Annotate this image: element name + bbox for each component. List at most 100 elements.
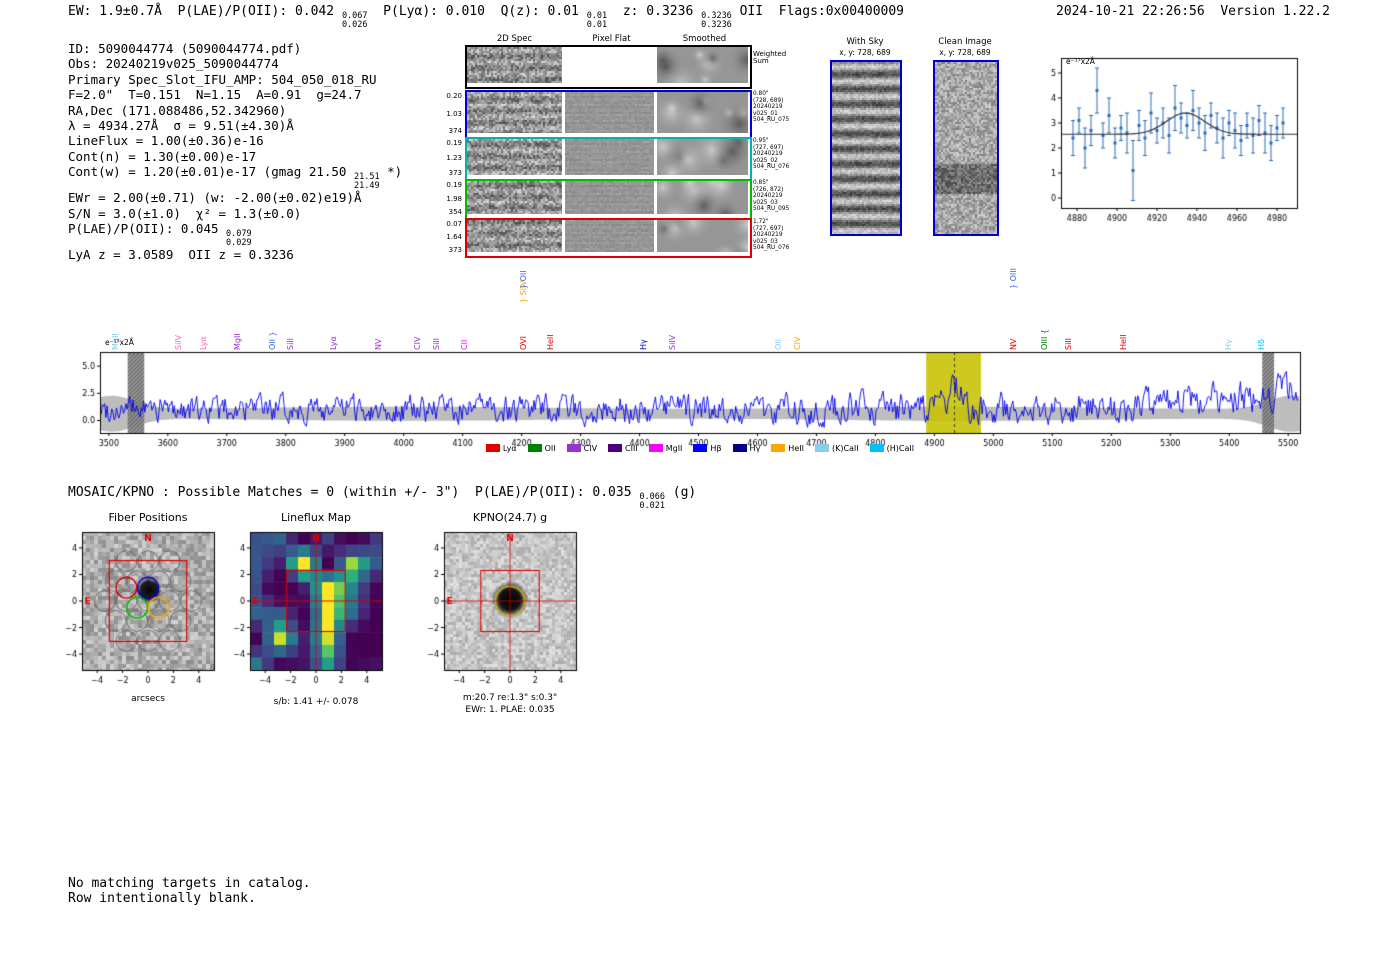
- footer-note-2: Row intentionally blank.: [68, 891, 256, 906]
- spec2d-cell-canvas: [467, 139, 562, 175]
- spec2d-cell-canvas: [565, 220, 654, 252]
- summary-header-line: EW: 1.9±0.7Å P(LAE)/P(OII): 0.042 0.067 0…: [68, 4, 904, 29]
- spec2d-cell-canvas: [657, 47, 748, 83]
- text-segment: MOSAIC/KPNO : Possible Matches = 0 (with…: [68, 485, 640, 500]
- text-segment: LineFlux = 1.00(±0.36)e-16: [68, 133, 264, 149]
- spec2d-row: [465, 218, 752, 258]
- legend-item: Hγ: [732, 444, 761, 453]
- legend-item: CIII: [608, 444, 638, 453]
- emission-line-label: } OIII: [1008, 267, 1018, 289]
- spec2d-col-title-2: Pixel Flat: [592, 34, 631, 44]
- with-sky-title: With Sky: [846, 37, 884, 47]
- info-line: RA,Dec (171.088486,52.342960): [68, 103, 402, 118]
- kpno-title: KPNO(24.7) g: [472, 511, 548, 524]
- error-range-stack: 0.3236 0.3236: [701, 11, 732, 30]
- spec2d-cell-canvas: [467, 47, 562, 83]
- spec2d-row-right-labels: 1.72" (727, 697) 20240219 v025_03 504_RU…: [753, 219, 790, 252]
- error-range-stack: 0.066 0.021: [639, 492, 665, 511]
- legend-label: CIV: [583, 444, 598, 453]
- lineflux-map-plot: [218, 528, 393, 698]
- elixer-detection-report: EW: 1.9±0.7Å P(LAE)/P(OII): 0.042 0.067 0…: [0, 0, 1400, 953]
- text-segment: Cont(n) = 1.30(±0.00)e-17: [68, 148, 257, 164]
- text-segment: S/N = 3.0(±1.0) χ² = 1.3(±0.0): [68, 205, 302, 221]
- text-segment: λ = 4934.27Å σ = 9.51(±4.30)Å: [68, 118, 294, 134]
- spec2d-row: [465, 179, 752, 220]
- legend-swatch: [648, 444, 663, 452]
- spec2d-col-title-1: 2D Spec: [496, 34, 533, 44]
- spec2d-row-left-labels: 0.20 1.03 374: [446, 92, 462, 135]
- text-segment: z: 0.3236: [607, 4, 702, 19]
- spec2d-row-left-labels: 0.19 1.98 354: [446, 181, 462, 216]
- text-segment: LyA z = 3.0589 OII z = 0.3236: [68, 247, 294, 263]
- lineflux-map-title: Lineflux Map: [280, 511, 352, 524]
- legend-label: Hγ: [749, 444, 761, 453]
- legend-item: Lyα: [485, 444, 517, 453]
- legend-label: (H)CaII: [886, 444, 915, 453]
- spec2d-cell-canvas: [657, 220, 748, 252]
- clean-image-title: Clean Image: [938, 37, 992, 47]
- spec2d-row-right-labels: 0.85" (726, 872) 20240219 v025_03 504_RU…: [753, 180, 790, 213]
- fiber-positions-title: Fiber Positions: [108, 511, 188, 524]
- info-line: Primary Spec_Slot_IFU_AMP: 504_050_018_R…: [68, 72, 402, 87]
- info-line: F=2.0" T=0.151 N=1.15 A=0.91 g=24.7: [68, 87, 402, 102]
- text-segment: *): [379, 164, 403, 180]
- text-segment: F=2.0" T=0.151 N=1.15 A=0.91 g=24.7: [68, 87, 362, 103]
- clean-image-xy: x, y: 728, 689: [939, 48, 991, 57]
- text-segment: Primary Spec_Slot_IFU_AMP: 504_050_018_R…: [68, 71, 377, 87]
- emission-line-label: } SiIV: [519, 280, 529, 303]
- info-line: λ = 4934.27Å σ = 9.51(±4.30)Å: [68, 118, 402, 133]
- legend-swatch: [814, 444, 829, 452]
- mosaic-match-line: MOSAIC/KPNO : Possible Matches = 0 (with…: [68, 485, 696, 510]
- text-segment: Cont(w) = 1.20(±0.01)e-17 (gmag 21.50: [68, 164, 354, 180]
- info-line: Obs: 20240219v025_5090044774: [68, 56, 402, 71]
- legend-swatch: [771, 444, 786, 452]
- spec2d-row: [465, 90, 752, 139]
- info-line: Cont(w) = 1.20(±0.01)e-17 (gmag 21.50 21…: [68, 164, 402, 190]
- detection-info-block: ID: 5090044774 (5090044774.pdf) Obs: 2024…: [68, 41, 402, 262]
- info-line: ID: 5090044774 (5090044774.pdf): [68, 41, 402, 56]
- spec2d-row-right-labels: 0.80" (728, 689) 20240219 v025_01 504_RU…: [753, 91, 790, 124]
- footer-note-1: No matching targets in catalog.: [68, 876, 311, 891]
- info-line: LyA z = 3.0589 OII z = 0.3236: [68, 247, 402, 262]
- legend-label: CIII: [625, 444, 638, 453]
- spec2d-cell-canvas: [565, 92, 654, 133]
- error-range-stack: 0.01 0.01: [586, 11, 608, 30]
- emission-line-label: } OII: [519, 270, 529, 289]
- info-line: LineFlux = 1.00(±0.36)e-16: [68, 133, 402, 148]
- info-line: S/N = 3.0(±1.0) χ² = 1.3(±0.0): [68, 206, 402, 221]
- spec2d-cell-canvas: [467, 181, 562, 214]
- spec2d-row-left-labels: 0.07 1.64 373: [446, 220, 462, 254]
- fiber-positions-plot: [50, 528, 225, 698]
- spec2d-row: [465, 137, 752, 181]
- with-sky-cutout-image: [830, 60, 902, 236]
- info-line: P(LAE)/P(OII): 0.045 0.079 0.029: [68, 221, 402, 247]
- spec2d-cell-canvas: [565, 47, 654, 83]
- text-segment: ID: 5090044774 (5090044774.pdf): [68, 41, 302, 56]
- legend-swatch: [608, 444, 623, 452]
- legend-label: OII: [544, 444, 556, 453]
- clean-cutout-image: [933, 60, 999, 236]
- spectrum-legend: Lyα OII CIV CIII MgII Hβ Hγ HeII (K)CaII (H)CaII: [100, 444, 1300, 453]
- legend-label: MgII: [665, 444, 683, 453]
- error-range-stack: 21.51 21.49: [353, 172, 380, 191]
- kpno-cutout-plot: [412, 528, 587, 698]
- legend-item: (K)CaII: [814, 444, 859, 453]
- spec2d-cell-canvas: [657, 92, 748, 133]
- text-segment: Obs: 20240219v025_5090044774: [68, 56, 279, 72]
- legend-label: Lyα: [502, 444, 517, 453]
- kpno-caption-1: m:20.7 re:1.3" s:0.3": [462, 693, 558, 703]
- text-segment: (g): [664, 485, 697, 500]
- legend-label: Hβ: [710, 444, 722, 453]
- legend-item: (H)CaII: [869, 444, 915, 453]
- spec2d-cell-canvas: [467, 220, 562, 252]
- with-sky-xy: x, y: 728, 689: [839, 48, 891, 57]
- kpno-caption-2: EWr: 1. PLAE: 0.035: [465, 705, 555, 715]
- full-spectrum-plot: [70, 336, 1310, 452]
- legend-item: HeII: [771, 444, 804, 453]
- legend-item: Hβ: [693, 444, 722, 453]
- lineflux-caption: s/b: 1.41 +/- 0.078: [273, 697, 359, 707]
- legend-swatch: [869, 444, 884, 452]
- spec2d-cell-canvas: [565, 139, 654, 175]
- info-line: Cont(n) = 1.30(±0.00)e-17: [68, 149, 402, 164]
- text-segment: P(Lyα): 0.010 Q(z): 0.01: [367, 4, 587, 19]
